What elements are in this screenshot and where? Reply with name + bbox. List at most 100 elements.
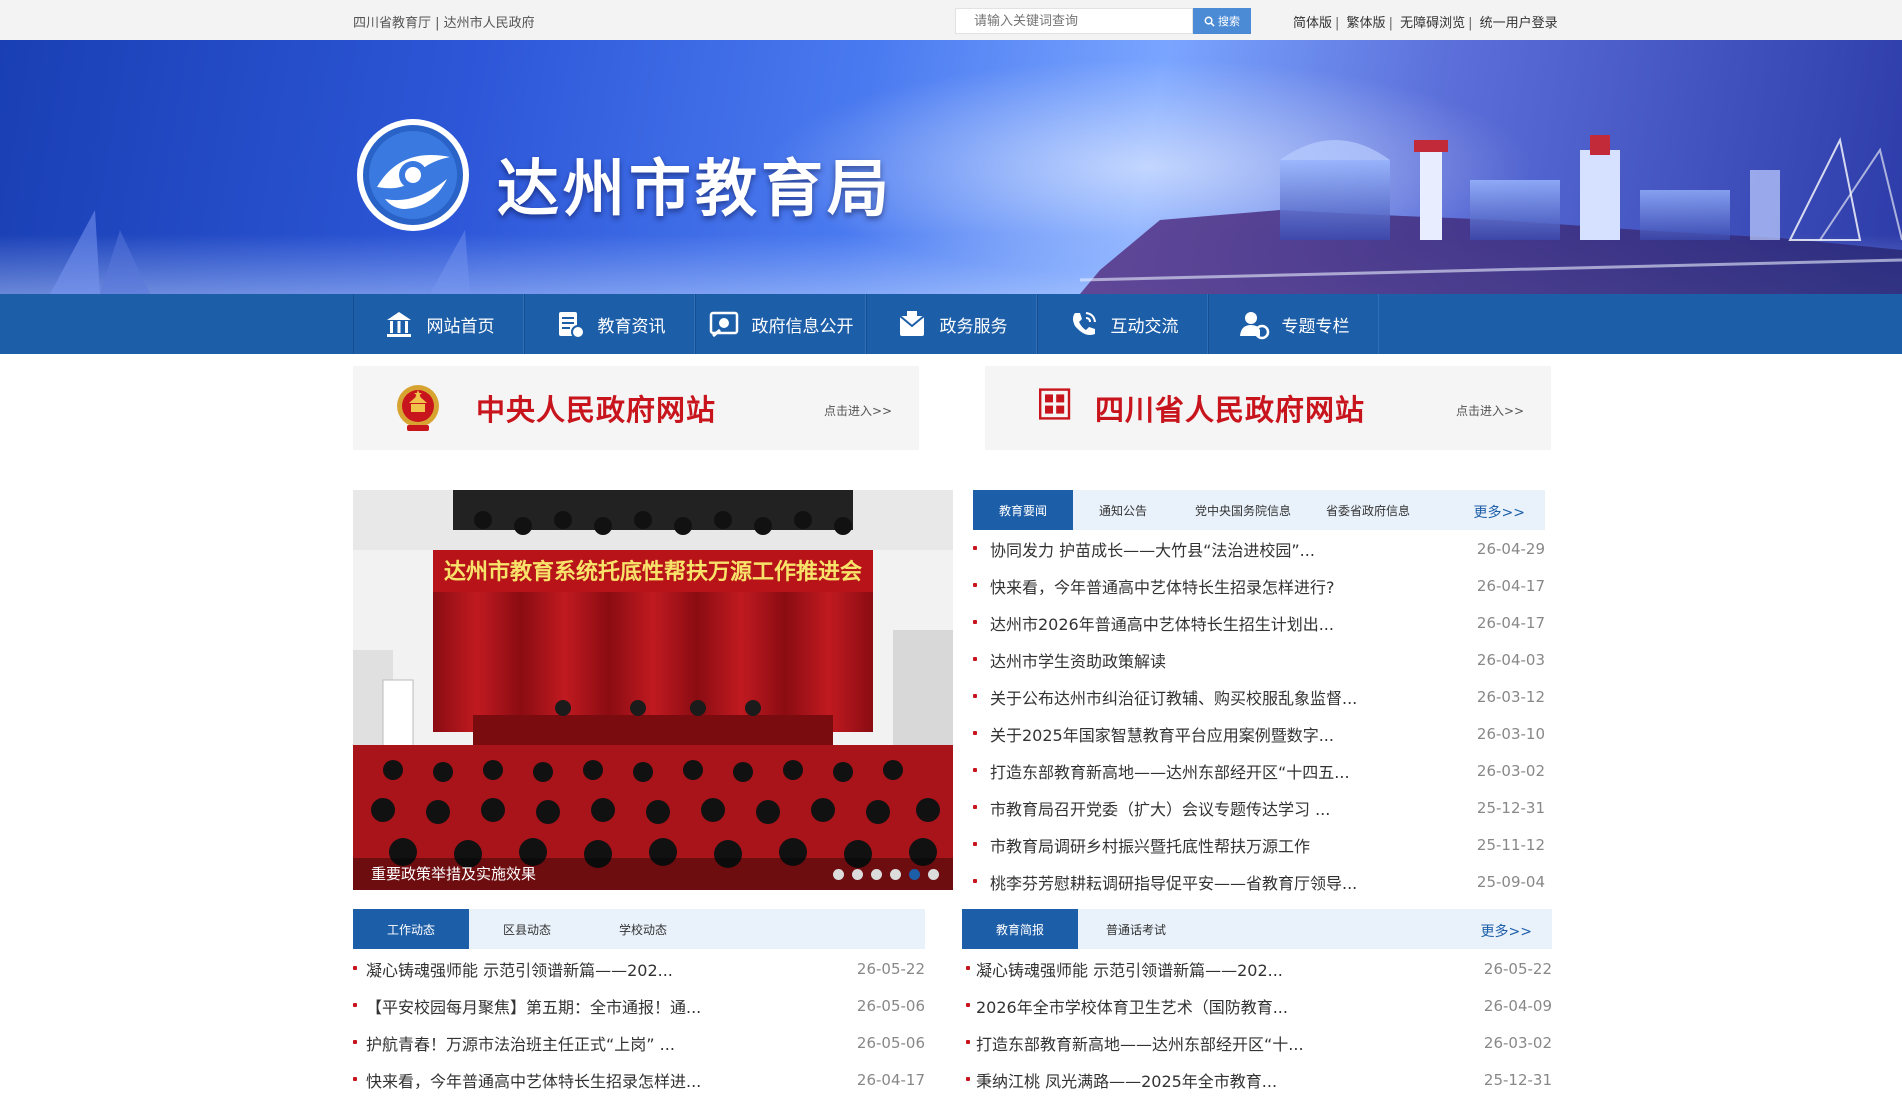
- home-icon: [386, 312, 411, 337]
- info-icon: [709, 311, 738, 338]
- tab-education-briefing[interactable]: 教育简报: [962, 909, 1078, 949]
- list-item[interactable]: 打造东部教育新高地——达州东部经开区“十四五... 26-03-02: [973, 752, 1545, 789]
- list-item[interactable]: 凝心铸魂强师能 示范引领谱新篇——202... 26-05-22: [966, 950, 1552, 987]
- tab-work-updates[interactable]: 工作动态: [353, 909, 469, 949]
- national-emblem-icon: [397, 385, 439, 431]
- news-date: 26-05-22: [1483, 959, 1552, 978]
- link-simplified[interactable]: 简体版: [1293, 16, 1332, 31]
- news-title: 快来看，今年普通高中艺体特长生招录怎样进行?: [990, 577, 1335, 597]
- link-traditional[interactable]: 繁体版: [1347, 16, 1386, 31]
- list-item[interactable]: 市教育局调研乡村振兴暨托底性帮扶万源工作 25-11-12: [973, 826, 1545, 863]
- tab-central-info[interactable]: 党中央国务院信息: [1173, 490, 1313, 530]
- tab-district-updates[interactable]: 区县动态: [469, 909, 585, 949]
- nav-label: 教育资讯: [597, 316, 666, 337]
- news-date: 26-05-22: [856, 959, 925, 978]
- tab-provincial-info[interactable]: 省委省政府信息: [1313, 490, 1423, 530]
- news-date: 26-03-10: [1476, 724, 1545, 743]
- central-gov-link[interactable]: 中央人民政府网站 点击进入>>: [353, 366, 919, 450]
- news-date: 26-05-06: [856, 996, 925, 1015]
- nav-label: 专题专栏: [1281, 316, 1350, 337]
- search-input[interactable]: [955, 8, 1193, 34]
- news-title: 护航青春！万源市法治班主任正式“上岗” ...: [366, 1034, 675, 1054]
- news-date: 26-04-03: [1476, 650, 1545, 669]
- news-title: 打造东部教育新高地——达州东部经开区“十...: [976, 1034, 1304, 1054]
- tab-notices[interactable]: 通知公告: [1073, 490, 1173, 530]
- nav-label: 网站首页: [426, 316, 495, 337]
- news-title: 打造东部教育新高地——达州东部经开区“十四五...: [990, 762, 1350, 782]
- nav-label: 政务服务: [939, 316, 1008, 337]
- list-item[interactable]: 协同发力 护苗成长——大竹县“法治进校园”... 26-04-29: [973, 530, 1545, 567]
- list-item[interactable]: 打造东部教育新高地——达州东部经开区“十... 26-03-02: [966, 1024, 1552, 1061]
- news-tabs-right: 教育简报 普通话考试 更多>>: [962, 909, 1552, 949]
- nav-gov-info[interactable]: 政府信息公开: [695, 294, 866, 354]
- news-date: 25-09-04: [1476, 872, 1545, 891]
- slide-dot[interactable]: [871, 869, 882, 880]
- nav-home[interactable]: 网站首页: [353, 294, 524, 354]
- service-icon: [898, 311, 925, 336]
- list-item[interactable]: 2026年全市学校体育卫生艺术（国防教育... 26-04-09: [966, 987, 1552, 1024]
- slide-dot[interactable]: [890, 869, 901, 880]
- news-title: 关于2025年国家智慧教育平台应用案例暨数字...: [990, 725, 1334, 745]
- slide-dot[interactable]: [833, 869, 844, 880]
- slide-dots: [833, 869, 939, 880]
- news-date: 25-12-31: [1476, 798, 1545, 817]
- news-date: 26-04-17: [1476, 576, 1545, 595]
- link-accessibility[interactable]: 无障碍浏览: [1400, 16, 1465, 31]
- news-tabs-left: 工作动态 区县动态 学校动态: [353, 909, 925, 949]
- news-title: 达州市2026年普通高中艺体特长生招生计划出...: [990, 614, 1334, 634]
- news-date: 26-03-12: [1476, 687, 1545, 706]
- link-login[interactable]: 统一用户登录: [1480, 16, 1558, 31]
- list-item[interactable]: 【平安校园每月聚焦】第五期：全市通报！通... 26-05-06: [353, 987, 925, 1024]
- nav-interaction[interactable]: 互动交流: [1037, 294, 1208, 354]
- news-list-top: 协同发力 护苗成长——大竹县“法治进校园”... 26-04-29 快来看，今年普…: [973, 530, 1545, 900]
- nav-label: 政府信息公开: [751, 316, 854, 337]
- list-item[interactable]: 桃李芬芳慰耕耘调研指导促平安——省教育厅领导... 25-09-04: [973, 863, 1545, 900]
- central-gov-name: 中央人民政府网站: [476, 393, 717, 427]
- list-item[interactable]: 达州市2026年普通高中艺体特长生招生计划出... 26-04-17: [973, 604, 1545, 641]
- list-item[interactable]: 快来看，今年普通高中艺体特长生招录怎样进行? 26-04-17: [973, 567, 1545, 604]
- external-links[interactable]: 四川省教育厅 | 达州市人民政府: [353, 12, 535, 31]
- more-link-top[interactable]: 更多>>: [1474, 502, 1525, 522]
- slide-dot[interactable]: [852, 869, 863, 880]
- slide-dot-active[interactable]: [909, 869, 920, 880]
- news-title: 协同发力 护苗成长——大竹县“法治进校园”...: [990, 540, 1315, 560]
- more-link-right[interactable]: 更多>>: [1481, 921, 1532, 941]
- news-title: 市教育局召开党委（扩大）会议专题传达学习 ...: [990, 799, 1331, 819]
- list-item[interactable]: 达州市学生资助政策解读 26-04-03: [973, 641, 1545, 678]
- news-title: 凝心铸魂强师能 示范引领谱新篇——202...: [366, 960, 673, 980]
- sichuan-gov-name: 四川省人民政府网站: [1095, 393, 1366, 427]
- bureau-logo: [357, 119, 469, 231]
- tab-education-news[interactable]: 教育要闻: [973, 490, 1073, 530]
- tab-school-updates[interactable]: 学校动态: [585, 909, 701, 949]
- list-item[interactable]: 护航青春！万源市法治班主任正式“上岗” ... 26-05-06: [353, 1024, 925, 1061]
- sichuan-gov-enter: 点击进入>>: [1456, 404, 1525, 418]
- news-slideshow[interactable]: 达州市教育系统托底性帮扶万源工作推进会 重要政策举措及实施效果: [353, 490, 953, 890]
- list-item[interactable]: 市教育局召开党委（扩大）会议专题传达学习 ... 25-12-31: [973, 789, 1545, 826]
- news-title: 凝心铸魂强师能 示范引领谱新篇——202...: [976, 960, 1283, 980]
- sail-decoration: [50, 210, 150, 294]
- search-button[interactable]: 搜索: [1193, 8, 1251, 34]
- central-gov-enter: 点击进入>>: [824, 404, 893, 418]
- top-right-links: 简体版 | 繁体版 | 无障碍浏览 | 统一用户登录: [1293, 16, 1558, 31]
- news-title: 【平安校园每月聚焦】第五期：全市通报！通...: [366, 997, 702, 1017]
- news-date: 26-03-02: [1476, 761, 1545, 780]
- news-date: 26-05-06: [856, 1033, 925, 1052]
- phone-icon: [1072, 312, 1096, 335]
- list-item[interactable]: 关于公布达州市纠治征订教辅、购买校服乱象监督... 26-03-12: [973, 678, 1545, 715]
- news-date: 26-04-09: [1483, 996, 1552, 1015]
- slide-dot[interactable]: [928, 869, 939, 880]
- nav-gov-service[interactable]: 政务服务: [866, 294, 1037, 354]
- news-tabs-top: 教育要闻 通知公告 党中央国务院信息 省委省政府信息 更多>>: [973, 490, 1545, 530]
- list-item[interactable]: 凝心铸魂强师能 示范引领谱新篇——202... 26-05-22: [353, 950, 925, 987]
- news-title: 桃李芬芳慰耕耘调研指导促平安——省教育厅领导...: [990, 873, 1358, 893]
- top-bar: 四川省教育厅 | 达州市人民政府 搜索 简体版| 繁体版| 无障碍浏览| 统一用…: [0, 0, 1902, 40]
- tab-mandarin-exam[interactable]: 普通话考试: [1078, 909, 1194, 949]
- site-banner: 达州市教育局: [0, 40, 1902, 294]
- list-item[interactable]: 关于2025年国家智慧教育平台应用案例暨数字... 26-03-10: [973, 715, 1545, 752]
- nav-special-topics[interactable]: 专题专栏: [1208, 294, 1379, 354]
- nav-education-news[interactable]: 教育资讯: [524, 294, 695, 354]
- sichuan-gov-link[interactable]: 四川省人民政府网站 点击进入>>: [985, 366, 1551, 450]
- site-title: 达州市教育局: [497, 152, 894, 225]
- news-icon: [558, 312, 585, 339]
- city-skyline-illustration: [1080, 135, 1902, 294]
